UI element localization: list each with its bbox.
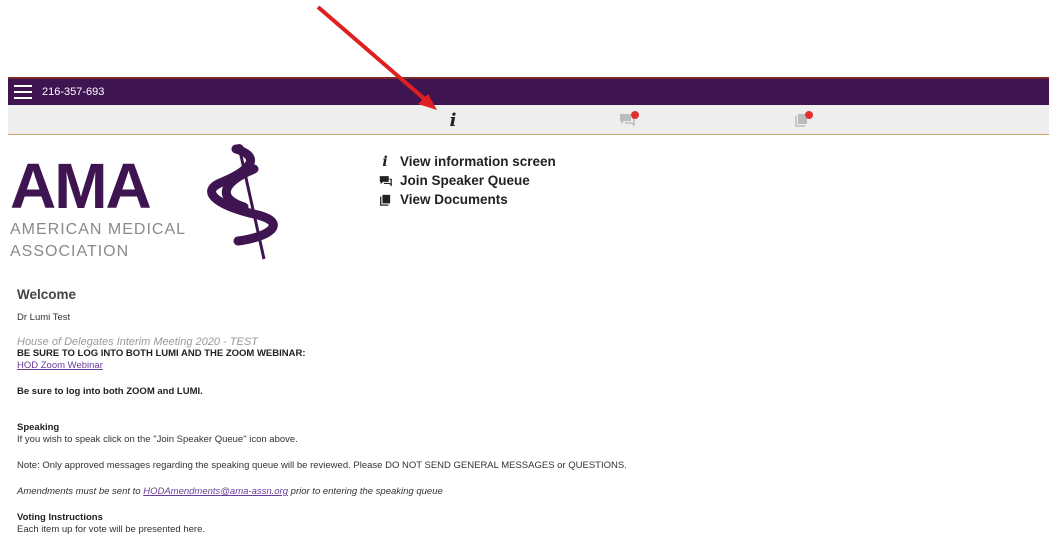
voting-heading: Voting Instructions — [17, 512, 103, 523]
documents-icon — [378, 194, 392, 206]
tab-info[interactable]: i — [438, 109, 468, 131]
speaking-text: If you wish to speak click on the "Join … — [17, 434, 298, 445]
info-icon: i — [382, 153, 388, 170]
speaking-heading: Speaking — [17, 422, 60, 433]
notification-badge — [805, 111, 813, 119]
notification-badge — [631, 111, 639, 119]
tab-documents[interactable] — [786, 109, 816, 131]
welcome-heading: Welcome — [17, 287, 77, 302]
info-icon: i — [449, 109, 457, 131]
voting-text: Each item up for vote will be presented … — [17, 524, 205, 535]
join-queue-action[interactable]: Join Speaker Queue — [378, 171, 556, 190]
chat-bubble-icon — [378, 175, 392, 187]
view-info-action[interactable]: i View information screen — [378, 152, 556, 171]
amendments-suffix: prior to entering the speaking queue — [288, 486, 443, 497]
ama-logo: AMA AMERICAN MEDICAL ASSOCIATION — [8, 141, 300, 261]
meeting-title: House of Delegates Interim Meeting 2020 … — [17, 336, 258, 348]
login-reminder: Be sure to log into both ZOOM and LUMI. — [17, 386, 203, 397]
meeting-id: 216-357-693 — [42, 86, 105, 98]
note-text: Note: Only approved messages regarding t… — [17, 460, 627, 471]
menu-icon[interactable] — [14, 85, 32, 99]
action-list: i View information screen Join Speaker Q… — [378, 152, 556, 209]
amendments-email-link[interactable]: HODAmendments@ama-assn.org — [143, 486, 288, 497]
view-documents-action[interactable]: View Documents — [378, 190, 556, 209]
tab-speaker-queue[interactable] — [612, 109, 642, 131]
welcome-content: Welcome Dr Lumi Test House of Delegates … — [17, 287, 1037, 536]
svg-text:AMA: AMA — [10, 150, 151, 222]
user-name: Dr Lumi Test — [17, 312, 71, 323]
zoom-webinar-link[interactable]: HOD Zoom Webinar — [17, 360, 103, 371]
login-notice: BE SURE TO LOG INTO BOTH LUMI AND THE ZO… — [17, 348, 306, 359]
join-queue-label: Join Speaker Queue — [400, 173, 530, 188]
svg-text:AMERICAN MEDICAL: AMERICAN MEDICAL — [10, 221, 186, 238]
top-bar: 216-357-693 — [8, 77, 1049, 105]
svg-text:ASSOCIATION: ASSOCIATION — [10, 243, 129, 260]
view-info-label: View information screen — [400, 154, 556, 169]
view-documents-label: View Documents — [400, 192, 508, 207]
amendments-prefix: Amendments must be sent to — [17, 486, 144, 497]
tab-bar: i — [8, 105, 1049, 135]
